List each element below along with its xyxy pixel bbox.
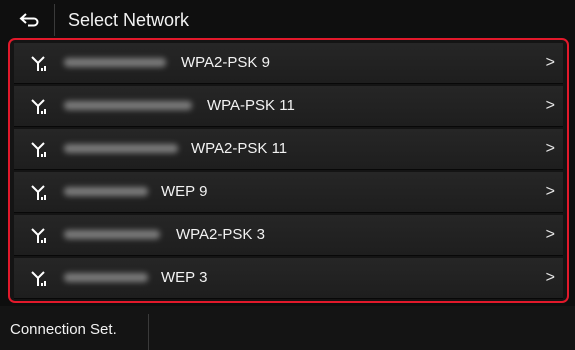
- security-label: WEP 3: [161, 269, 208, 286]
- ssid-redacted: [64, 187, 148, 196]
- ssid-redacted: [64, 273, 148, 282]
- security-label: WPA2-PSK 3: [176, 226, 265, 243]
- chevron-right-icon: >: [545, 140, 555, 157]
- header-bar: Select Network: [0, 0, 575, 40]
- security-label: WPA2-PSK 9: [181, 54, 270, 71]
- chevron-right-icon: >: [545, 226, 555, 243]
- wifi-antenna-icon: [31, 56, 46, 71]
- security-label: WPA2-PSK 11: [191, 140, 288, 157]
- page-title: Select Network: [68, 10, 190, 30]
- network-row[interactable]: WPA2-PSK 9 >: [14, 43, 563, 84]
- chevron-right-icon: >: [545, 97, 555, 114]
- wifi-antenna-icon: [31, 142, 46, 157]
- footer-bar: Connection Set.: [0, 306, 575, 350]
- wifi-antenna-icon: [31, 99, 46, 114]
- ssid-redacted: [64, 144, 178, 153]
- network-row[interactable]: WEP 9 >: [14, 172, 563, 213]
- wifi-antenna-icon: [31, 228, 46, 243]
- security-label: WEP 9: [161, 183, 208, 200]
- connection-settings-button[interactable]: Connection Set.: [10, 320, 117, 340]
- network-row[interactable]: WPA-PSK 11 >: [14, 86, 563, 127]
- wifi-antenna-icon: [31, 185, 46, 200]
- chevron-right-icon: >: [545, 183, 555, 200]
- network-row[interactable]: WPA2-PSK 3 >: [14, 215, 563, 256]
- chevron-right-icon: >: [545, 269, 555, 286]
- security-label: WPA-PSK 11: [207, 97, 295, 114]
- network-row[interactable]: WPA2-PSK 11 >: [14, 129, 563, 170]
- network-list: WPA2-PSK 9 > WPA-PSK 11 > WPA2-PSK 11 > …: [8, 38, 569, 303]
- footer-divider: [148, 314, 149, 350]
- ssid-redacted: [64, 230, 160, 239]
- ssid-redacted: [64, 58, 166, 67]
- back-button[interactable]: [4, 4, 55, 36]
- ssid-redacted: [64, 101, 192, 110]
- network-row[interactable]: WEP 3 >: [14, 258, 563, 299]
- back-arrow-icon: [19, 13, 39, 27]
- wifi-antenna-icon: [31, 271, 46, 286]
- chevron-right-icon: >: [545, 54, 555, 71]
